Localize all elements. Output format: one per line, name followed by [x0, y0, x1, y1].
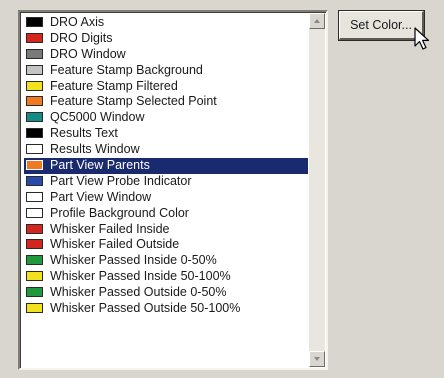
color-swatch	[26, 239, 43, 250]
color-list-item[interactable]: Profile Background Color	[24, 206, 308, 222]
color-item-label: Whisker Passed Inside 0-50%	[50, 253, 217, 268]
color-swatch	[26, 48, 43, 59]
color-item-label: DRO Axis	[50, 15, 105, 29]
color-item-list: DRO Axis DRO Digits DRO Window Feature Stam…	[24, 15, 308, 317]
color-settings-panel: DRO Axis DRO Digits DRO Window Feature Stam…	[0, 0, 444, 378]
color-list-item[interactable]: Feature Stamp Filtered	[24, 79, 308, 95]
color-item-label: Feature Stamp Filtered	[50, 78, 178, 93]
vertical-scrollbar[interactable]	[309, 13, 325, 367]
color-item-label: Whisker Passed Outside 50-100%	[50, 301, 241, 316]
color-swatch	[26, 175, 43, 186]
scroll-down-arrow-icon	[314, 357, 320, 361]
scroll-up-arrow-icon	[314, 19, 320, 23]
color-list-item[interactable]: QC5000 Window	[24, 110, 308, 126]
scroll-down-button[interactable]	[309, 351, 325, 367]
color-list-item[interactable]: Feature Stamp Background	[24, 63, 308, 79]
color-swatch	[26, 303, 43, 314]
color-item-listbox[interactable]: DRO Axis DRO Digits DRO Window Feature Stam…	[18, 10, 328, 370]
color-swatch	[26, 112, 43, 123]
color-item-label: Feature Stamp Selected Point	[50, 94, 217, 109]
color-item-label: QC5000 Window	[50, 110, 145, 125]
color-item-label: Results Window	[50, 142, 140, 157]
color-swatch	[26, 144, 43, 155]
color-list-item[interactable]: Whisker Passed Outside 50-100%	[24, 301, 308, 317]
set-color-button[interactable]: Set Color...	[338, 10, 425, 41]
color-item-label: Whisker Failed Inside	[50, 221, 170, 236]
color-list-item[interactable]: Whisker Passed Inside 50-100%	[24, 269, 308, 285]
color-item-label: Whisker Passed Outside 0-50%	[50, 285, 227, 300]
color-list-item[interactable]: Feature Stamp Selected Point	[24, 94, 308, 110]
color-swatch	[26, 191, 43, 202]
color-list-item[interactable]: Results Text	[24, 126, 308, 142]
color-list-item[interactable]: Part View Parents	[24, 158, 308, 174]
color-swatch	[26, 287, 43, 298]
color-item-label: Feature Stamp Background	[50, 62, 203, 77]
color-list-item[interactable]: Results Window	[24, 142, 308, 158]
color-list-item[interactable]: DRO Digits	[24, 31, 308, 47]
color-swatch	[26, 64, 43, 75]
scroll-up-button[interactable]	[309, 13, 325, 29]
color-swatch	[26, 223, 43, 234]
color-item-label: Whisker Failed Outside	[50, 237, 180, 252]
color-item-label: Part View Parents	[50, 158, 150, 173]
color-item-label: Whisker Passed Inside 50-100%	[50, 269, 231, 284]
color-swatch	[26, 128, 43, 139]
color-swatch	[26, 207, 43, 218]
color-swatch	[26, 271, 43, 282]
color-swatch	[26, 80, 43, 91]
color-swatch	[26, 32, 43, 43]
color-item-label: DRO Window	[50, 46, 126, 61]
color-item-label: Part View Probe Indicator	[50, 173, 192, 188]
set-color-button-label: Set Color...	[350, 18, 412, 32]
color-swatch	[26, 160, 43, 171]
color-swatch	[26, 255, 43, 266]
color-list-item[interactable]: DRO Window	[24, 47, 308, 63]
color-list-item[interactable]: Whisker Failed Inside	[24, 222, 308, 238]
color-list-item[interactable]: Part View Window	[24, 190, 308, 206]
color-swatch	[26, 96, 43, 107]
color-list-item[interactable]: Whisker Passed Inside 0-50%	[24, 253, 308, 269]
color-list-item[interactable]: Part View Probe Indicator	[24, 174, 308, 190]
mouse-pointer-icon	[414, 27, 430, 50]
color-swatch	[26, 17, 43, 27]
color-item-label: Part View Window	[50, 189, 152, 204]
color-item-label: Results Text	[50, 126, 118, 141]
color-item-label: DRO Digits	[50, 30, 113, 45]
color-item-label: Profile Background Color	[50, 205, 189, 220]
color-list-item[interactable]: DRO Axis	[24, 15, 308, 31]
color-list-item[interactable]: Whisker Failed Outside	[24, 237, 308, 253]
color-list-item[interactable]: Whisker Passed Outside 0-50%	[24, 285, 308, 301]
